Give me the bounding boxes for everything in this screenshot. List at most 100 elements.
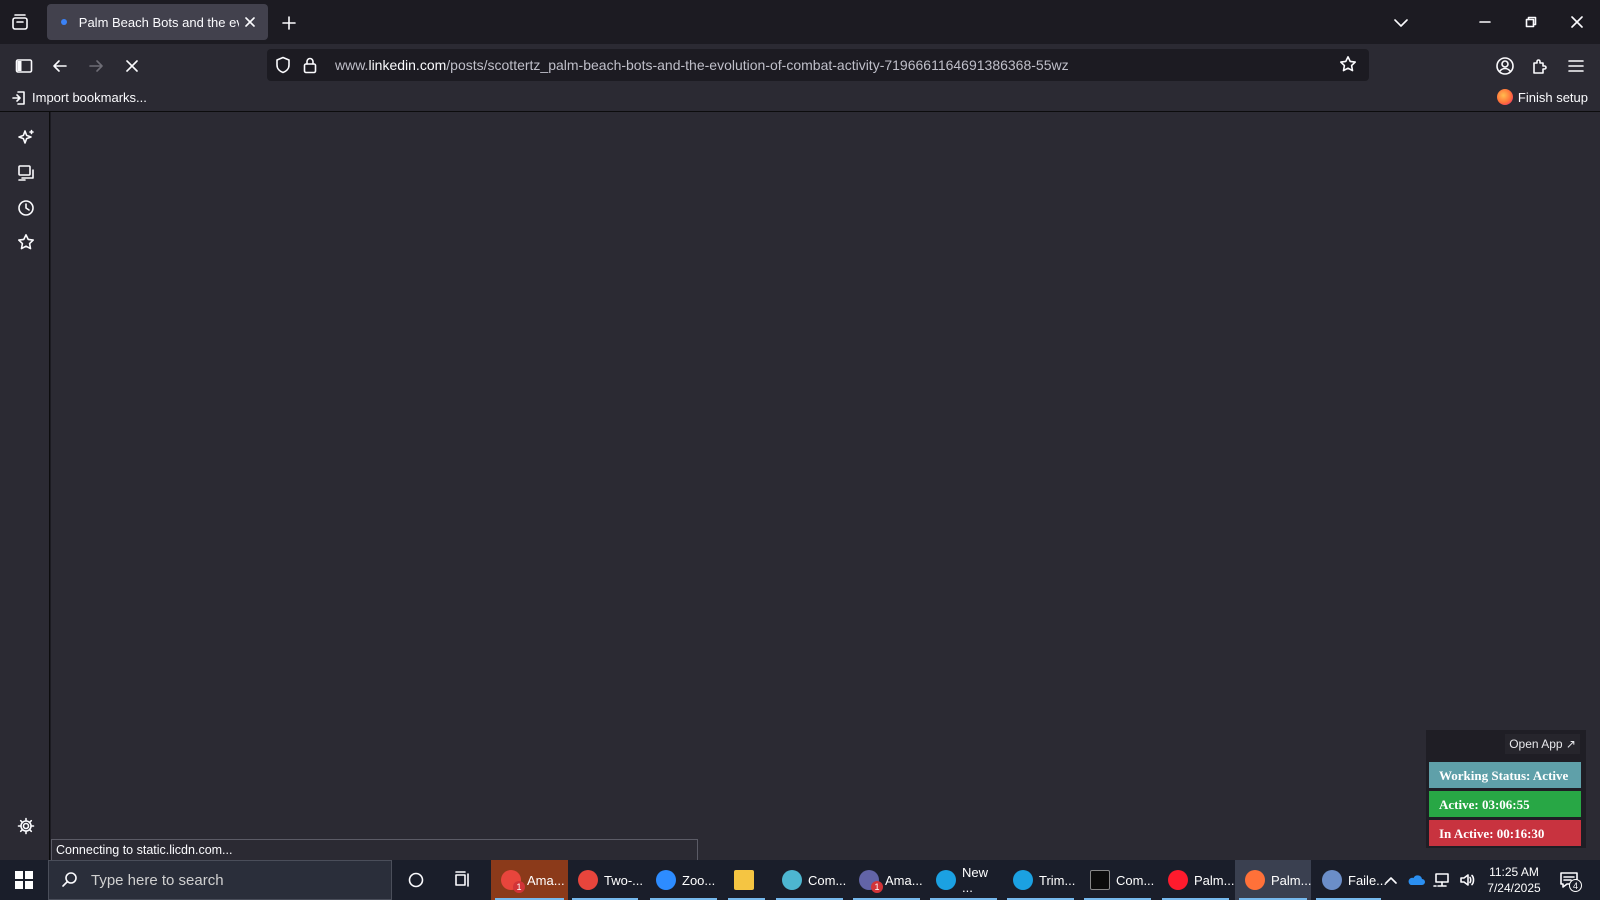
plus-icon (282, 16, 296, 30)
url-text[interactable]: www.linkedin.com/posts/scottertz_palm-be… (335, 57, 1069, 73)
notification-count: 4 (1569, 879, 1582, 892)
taskbar-app-label: Zoo... (682, 872, 716, 888)
address-bar[interactable]: www.linkedin.com/posts/scottertz_palm-be… (267, 49, 1369, 81)
loading-favicon-icon (61, 19, 67, 25)
tab-strip: Palm Beach Bots and the evoluti (0, 0, 1600, 44)
url-prefix: www. (335, 57, 369, 73)
close-window-button[interactable] (1562, 10, 1592, 34)
finish-setup-button[interactable]: Finish setup (1496, 89, 1588, 105)
tab-active[interactable]: Palm Beach Bots and the evoluti (47, 4, 268, 40)
sidebar-toggle-button[interactable] (11, 53, 37, 79)
page-content-area[interactable] (51, 112, 1600, 860)
task-view-button[interactable] (451, 868, 475, 892)
show-hidden-icons-button[interactable] (1385, 875, 1397, 885)
active-time-badge: Active: 03:06:55 (1429, 791, 1581, 817)
extensions-button[interactable] (1527, 53, 1553, 79)
taskbar-app-10[interactable]: Palm... (1235, 860, 1311, 900)
taskbar-search-placeholder: Type here to search (91, 871, 224, 889)
minimize-button[interactable] (1470, 10, 1500, 34)
app-badge: 1 (513, 881, 525, 893)
zoom-icon (656, 870, 676, 890)
taskbar-app-label: Ama... (885, 872, 923, 888)
list-all-tabs-button[interactable] (1390, 12, 1412, 34)
volume-icon[interactable] (1459, 872, 1477, 888)
minimize-icon (1479, 21, 1491, 23)
stop-loading-button[interactable] (119, 53, 145, 79)
taskbar-app-11[interactable]: Faile... (1312, 860, 1387, 900)
globe-icon (1322, 870, 1342, 890)
terminal-icon (1090, 870, 1110, 890)
arrow-left-icon (53, 60, 67, 72)
taskbar-app-6[interactable]: New ... (926, 860, 1001, 900)
back-button[interactable] (47, 53, 73, 79)
synced-tabs-icon (18, 165, 34, 181)
app-icon (782, 870, 802, 890)
sidebar-synced-tabs-button[interactable] (14, 161, 38, 185)
clock-time: 11:25 AM (1489, 865, 1539, 879)
sidebar (0, 112, 50, 860)
cortana-button[interactable] (404, 868, 428, 892)
taskbar-app-2[interactable]: Zoo... (646, 860, 721, 900)
taskbar-app-7[interactable]: Trim... (1003, 860, 1078, 900)
taskbar-app-label: Trim... (1039, 872, 1076, 888)
sidebar-ai-chatbot-button[interactable] (14, 126, 38, 150)
task-view-icon (455, 871, 469, 887)
file-explorer-icon (734, 870, 754, 890)
taskbar-app-label: Two-... (604, 872, 644, 888)
edge-icon (1013, 870, 1033, 890)
import-bookmarks-label: Import bookmarks... (32, 90, 147, 105)
hamburger-menu-icon (1568, 60, 1584, 72)
app-menu-button[interactable] (1563, 53, 1589, 79)
import-bookmarks-button[interactable]: Import bookmarks... (12, 90, 147, 105)
taskbar-app-8[interactable]: Com... (1080, 860, 1155, 900)
arrow-right-icon (89, 60, 103, 72)
start-button[interactable] (0, 860, 48, 900)
bookmarks-toolbar: Import bookmarks... Finish setup (0, 86, 1600, 112)
taskbar-clock[interactable]: 11:25 AM 7/24/2025 (1486, 864, 1542, 896)
opera-icon (1168, 870, 1188, 890)
restore-button[interactable] (1516, 10, 1546, 34)
shield-icon (276, 56, 290, 74)
bookmark-star-button[interactable] (1339, 55, 1359, 75)
taskbar-app-1[interactable]: Two-... (568, 860, 644, 900)
taskbar-app-5[interactable]: 1 Ama... (849, 860, 924, 900)
site-info-button[interactable] (303, 56, 323, 74)
taskbar-app-3[interactable] (724, 860, 769, 900)
star-icon (18, 234, 34, 250)
chrome-icon: 1 (501, 870, 525, 893)
finish-setup-label: Finish setup (1517, 89, 1588, 105)
tracking-protection-button[interactable] (275, 56, 295, 74)
taskbar-app-0[interactable]: 1 Ama... (491, 860, 568, 900)
time-tracker-widget: Open App ↗ Working Status: Active Active… (1426, 730, 1586, 848)
cortana-circle-icon (408, 872, 424, 888)
close-icon (245, 17, 256, 27)
action-center-button[interactable]: 4 (1556, 868, 1582, 892)
taskbar-app-9[interactable]: Palm... (1158, 860, 1234, 900)
windows-taskbar: Type here to search 1 Ama... Two-... Zoo...… (0, 860, 1600, 900)
onedrive-icon[interactable] (1407, 874, 1425, 886)
windows-logo-icon (15, 871, 33, 889)
stop-icon (126, 60, 138, 72)
network-icon[interactable] (1433, 872, 1451, 888)
new-tab-button[interactable] (278, 12, 300, 34)
taskbar-app-4[interactable]: Com... (772, 860, 847, 900)
teams-icon: 1 (859, 870, 883, 893)
sidebar-history-button[interactable] (14, 196, 38, 220)
firefox-icon (1245, 870, 1265, 890)
puzzle-piece-icon (1533, 59, 1547, 74)
forward-button[interactable] (83, 53, 109, 79)
sparkle-icon (18, 129, 34, 144)
tab-overview-button[interactable] (8, 10, 32, 34)
url-domain: linkedin.com (368, 57, 447, 73)
working-status-badge: Working Status: Active (1429, 762, 1581, 788)
inactive-time-badge: In Active: 00:16:30 (1429, 820, 1581, 846)
sidebar-settings-button[interactable] (14, 814, 38, 838)
status-panel: Connecting to static.licdn.com... (51, 839, 698, 860)
system-tray (1385, 860, 1477, 900)
clock-icon (18, 200, 34, 216)
tab-close-button[interactable] (243, 14, 258, 30)
taskbar-search-box[interactable]: Type here to search (48, 860, 392, 900)
sidebar-bookmarks-button[interactable] (14, 230, 38, 254)
account-button[interactable] (1492, 53, 1518, 79)
open-app-button[interactable]: Open App ↗ (1505, 734, 1580, 754)
